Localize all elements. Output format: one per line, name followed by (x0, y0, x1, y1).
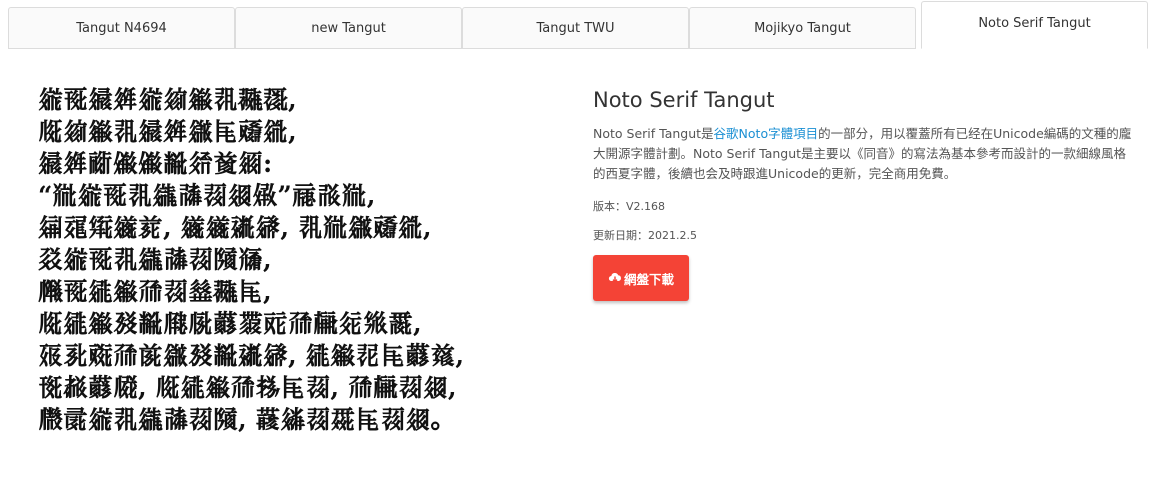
cloud-download-icon (608, 273, 621, 283)
sample-line: 𗩨𗤶𗠁𗏹𗏹𘋢𗣷𗒹𗥃: (38, 149, 273, 178)
sample-line: 𗅉𗦻𗪞𗕻𗩨𗤶𗫡𗹭𗡙𗥦, (38, 117, 297, 146)
sample-line: 𗨁𗀔𗩨𗤶𗨁𗦻𗪞𗕻𗖵𗖰, (38, 85, 297, 114)
tab-mojikyo-tangut[interactable]: Mojikyo Tangut (689, 7, 916, 49)
font-tabs: Tangut N4694 new Tangut Tangut TWU Mojik… (8, 1, 1148, 49)
sample-line: 𗡞𗎘𗡅𗗙𗐯𗫡𗉡𘋢𗡶𗨿, 𗧓𗪞𗕿𗹭𗝔𗒛, (38, 341, 465, 370)
noto-project-link[interactable]: 谷歌Noto字體項目 (714, 126, 819, 141)
tab-noto-serif-tangut[interactable]: Noto Serif Tangut (921, 1, 1148, 49)
update-date-text: 更新日期：2021.2.5 (593, 229, 697, 242)
sample-line: 𗍊𗳔𗝔𗆧, 𗅉𗧓𗪞𗗙𗈪𗹭𗖌, 𗗙𗍳𗖌𗤓, (38, 373, 457, 402)
tab-tangut-twu[interactable]: Tangut TWU (462, 7, 689, 49)
font-description: Noto Serif Tangut是谷歌Noto字體項目的一部分，用以覆蓋所有已… (593, 124, 1138, 184)
sample-line: 𗳦𗨁𗀔𗕻𗪘𗰜𗖌𗂧𗮐, (38, 245, 272, 274)
sample-line: 𗆼𗀔𗧓𗪞𗗙𗖌𗶠𗖵𗹭, (38, 277, 272, 306)
tab-new-tangut[interactable]: new Tangut (235, 7, 462, 49)
sample-line: 𗅉𗧓𗪞𗉡𘋢𗆂𗄯𗝔𗷅𗠇𗗙𗍳𗢵𗊱𗵘, (38, 309, 422, 338)
version-text: 版本：V2.168 (593, 200, 666, 213)
sample-line: “𗮅𗨁𗀔𗕻𗪘𗰜𗖌𗤓𗏣”𗄊𗰛𗮅, (38, 181, 376, 210)
cloud-download-button[interactable]: 網盤下載 (593, 255, 689, 301)
sample-line: 𗤾𗶍𗋕𗫂𗐱, 𗫂𗫂𗡶𗨿, 𗕻𗮅𗫡𗡙𗥦, (38, 213, 432, 242)
sample-line: 𗆸𗕑𗨁𗕻𗪘𗰜𗖌𗂧, 𗞞𗥫𗖌𗴺𗹭𗖌𗤓。 (38, 405, 456, 434)
font-title: Noto Serif Tangut (593, 88, 775, 112)
download-label: 網盤下載 (623, 272, 674, 287)
tangut-sample-text: 𗨁𗀔𗩨𗤶𗨁𗦻𗪞𗕻𗖵𗖰, 𗅉𗦻𗪞𗕻𗩨𗤶𗫡𗹭𗡙𗥦, 𗩨𗤶𗠁𗏹𗏹𘋢𗣷𗒹𗥃: “𗮅𗨁𗀔𗕻… (38, 84, 538, 436)
font-info-panel: Noto Serif Tangut Noto Serif Tangut是谷歌No… (593, 88, 1138, 301)
tab-tangut-n4694[interactable]: Tangut N4694 (8, 7, 235, 49)
desc-prefix: Noto Serif Tangut是 (593, 126, 714, 141)
